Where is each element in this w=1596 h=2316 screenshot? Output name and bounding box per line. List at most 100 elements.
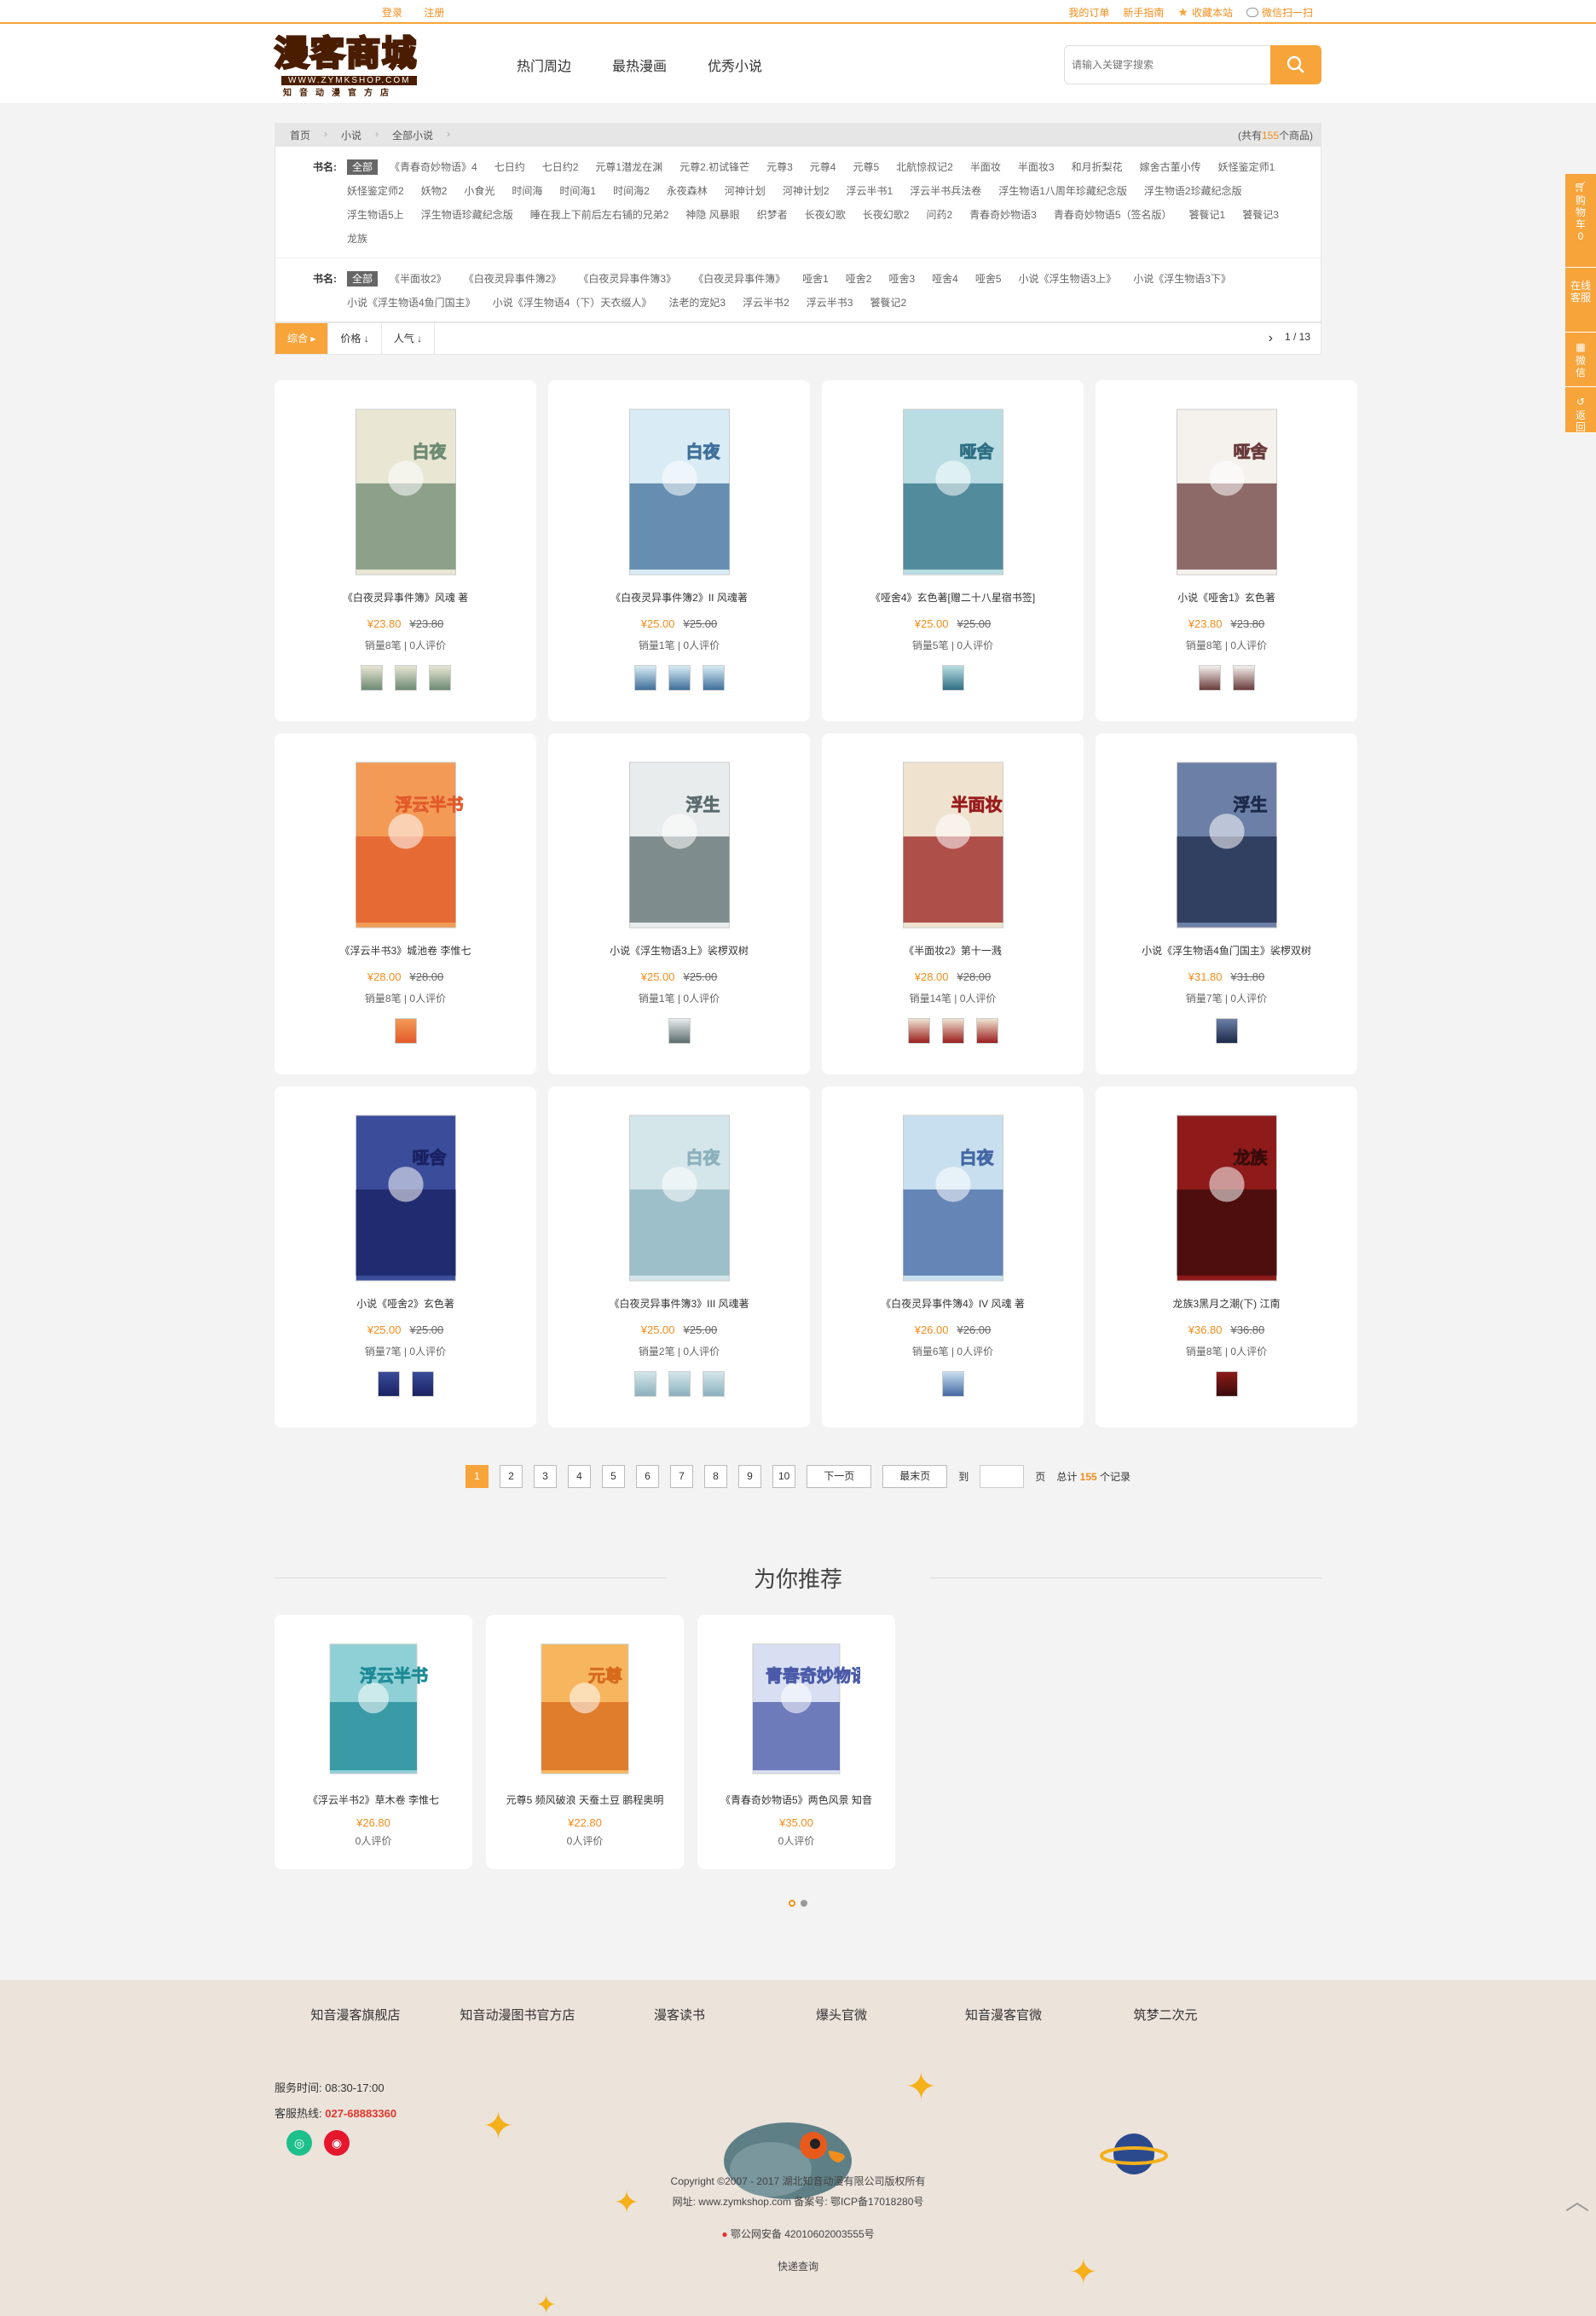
breadcrumb-all-novels[interactable]: 全部小说: [377, 128, 450, 142]
wechat-scan-link[interactable]: 微信扫一扫: [1246, 5, 1313, 20]
product-name[interactable]: 《白夜灵异事件簿4》IV 风魂 著: [822, 1296, 1084, 1311]
product-card[interactable]: 哑舍 小说《哑舍1》玄色著 ¥23.80 ¥23.80 销量8笔 | 0人评价: [1096, 380, 1357, 721]
page-number-button[interactable]: 6: [635, 1465, 659, 1488]
filter-option[interactable]: 饕餮记1: [1189, 203, 1226, 227]
product-card[interactable]: 白夜 《白夜灵异事件簿2》II 风魂著 ¥25.00 ¥25.00 销量1笔 | 0人评…: [548, 380, 810, 721]
filter-option[interactable]: 浮生物语5上: [347, 203, 404, 227]
nav-hot-merch[interactable]: 热门周边: [517, 55, 571, 75]
product-thumbnail[interactable]: [1198, 665, 1221, 691]
filter-option[interactable]: 浮生物语2珍藏纪念版: [1144, 179, 1242, 203]
page-number-button[interactable]: 8: [703, 1465, 727, 1488]
filter-option[interactable]: 小说《浮生物语4（下）天衣缀人》: [493, 291, 652, 315]
page-number-button[interactable]: 3: [533, 1465, 557, 1488]
recommend-cover-image[interactable]: 元尊: [521, 1641, 649, 1777]
product-name[interactable]: 《白夜灵异事件簿3》III 风魂著: [548, 1296, 810, 1311]
next-page-button[interactable]: 下一页: [807, 1465, 872, 1488]
filter-option[interactable]: 哑舍4: [932, 267, 958, 291]
site-logo[interactable]: 漫客商城 WWW.ZYMKSHOP.COM 知音动漫官方店: [274, 33, 430, 99]
recommend-name[interactable]: 《青春奇妙物语5》两色风景 知音: [697, 1792, 895, 1807]
register-link[interactable]: 注册: [424, 7, 444, 19]
page-number-button[interactable]: 2: [499, 1465, 523, 1488]
filter-option[interactable]: 河神计划: [725, 179, 766, 203]
product-card[interactable]: 哑舍 《哑舍4》玄色著[赠二十八星宿书签] ¥25.00 ¥25.00 销量5笔 | 0…: [822, 380, 1084, 721]
filter-option[interactable]: 元尊4: [810, 155, 836, 179]
filter-option[interactable]: 问药2: [926, 203, 952, 227]
filter-option[interactable]: 元尊1潜龙在渊: [595, 155, 662, 179]
filter-option[interactable]: 哑舍2: [846, 267, 872, 291]
sidebar-cart[interactable]: 🛒︎ 购物车 0: [1565, 174, 1596, 268]
filter-option[interactable]: 长夜幻歌2: [863, 203, 910, 227]
recommend-card[interactable]: 浮云半书 《浮云半书2》草木卷 李惟七 ¥26.80 0人评价: [275, 1615, 472, 1869]
product-card[interactable]: 龙族 龙族3黑月之潮(下) 江南 ¥36.80 ¥36.80 销量8笔 | 0人评价: [1096, 1086, 1357, 1427]
weibo-icon[interactable]: ◉: [324, 2130, 350, 2156]
filter-option[interactable]: 妖怪鉴定师1: [1218, 155, 1275, 179]
breadcrumb-home[interactable]: 首页: [275, 128, 327, 142]
filter-option[interactable]: 时间海2: [613, 179, 650, 203]
filter-option[interactable]: 和月折梨花: [1072, 155, 1123, 179]
recommend-name[interactable]: 元尊5 频风破浪 天蚕土豆 鹏程奥明: [486, 1792, 684, 1807]
product-name[interactable]: 《哑舍4》玄色著[赠二十八星宿书签]: [822, 590, 1084, 605]
filter-option[interactable]: 浮云半书兵法卷: [910, 179, 981, 203]
filter-option[interactable]: 《白夜灵异事件簿》: [693, 267, 785, 291]
filter-option[interactable]: 北航惊叔记2: [896, 155, 953, 179]
filter-option[interactable]: 妖物2: [421, 179, 448, 203]
filter-option[interactable]: 饕餮记2: [870, 291, 906, 315]
nav-novels[interactable]: 优秀小说: [708, 55, 762, 75]
filter-option[interactable]: 元尊5: [853, 155, 879, 179]
footer-link[interactable]: 爆头官微: [760, 2006, 922, 2024]
sort-price[interactable]: 价格 ↓: [328, 323, 382, 354]
product-thumbnail[interactable]: [702, 665, 725, 691]
product-thumbnail[interactable]: [668, 1371, 691, 1397]
filter-option[interactable]: 小食光: [464, 179, 494, 203]
goto-page-input[interactable]: [980, 1465, 1025, 1488]
footer-link[interactable]: 知音漫客旗舰店: [275, 2006, 437, 2024]
filter-option[interactable]: 龙族: [347, 227, 367, 251]
filter-option[interactable]: 浮云半书2: [743, 291, 789, 315]
sort-popularity[interactable]: 人气 ↓: [382, 323, 436, 354]
filter-option[interactable]: 《青春奇妙物语》4: [390, 155, 477, 179]
product-name[interactable]: 小说《哑舍1》玄色著: [1096, 590, 1357, 605]
product-name[interactable]: 龙族3黑月之潮(下) 江南: [1096, 1296, 1357, 1311]
filter-option[interactable]: 织梦者: [757, 203, 788, 227]
product-name[interactable]: 《白夜灵异事件簿》风魂 著: [275, 590, 536, 605]
filter-option[interactable]: 长夜幻歌: [805, 203, 846, 227]
product-cover-image[interactable]: 白夜: [880, 1112, 1026, 1284]
product-thumbnail[interactable]: [941, 665, 964, 691]
qzone-icon[interactable]: ◎: [286, 2130, 312, 2156]
nav-hot-comics[interactable]: 最热漫画: [612, 55, 667, 75]
product-thumbnail[interactable]: [633, 665, 656, 691]
product-cover-image[interactable]: 哑舍: [1154, 406, 1300, 578]
product-card[interactable]: 半面妆 《半面妆2》第十一溅 ¥28.00 ¥28.00 销量14笔 | 0人评价: [822, 733, 1084, 1074]
filter-option-all[interactable]: 全部: [347, 159, 379, 175]
product-thumbnail[interactable]: [377, 1371, 400, 1397]
back-to-top-icon[interactable]: ︿: [1565, 2183, 1589, 2217]
product-thumbnail[interactable]: [360, 665, 383, 691]
filter-option[interactable]: 青春奇妙物语3: [969, 203, 1037, 227]
product-card[interactable]: 哑舍 小说《哑舍2》玄色著 ¥25.00 ¥25.00 销量7笔 | 0人评价: [275, 1086, 536, 1427]
product-cover-image[interactable]: 龙族: [1154, 1112, 1300, 1284]
bookmark-link[interactable]: ★ 收藏本站: [1177, 5, 1233, 20]
filter-option[interactable]: 小说《浮生物语3上》: [1019, 267, 1117, 291]
product-cover-image[interactable]: 浮生: [606, 759, 753, 931]
product-thumbnail[interactable]: [702, 1371, 725, 1397]
filter-option[interactable]: 浮云半书1: [847, 179, 893, 203]
filter-option[interactable]: 哑舍5: [975, 267, 1002, 291]
last-page-button[interactable]: 最末页: [882, 1465, 948, 1488]
search-input[interactable]: [1064, 45, 1270, 84]
filter-option[interactable]: 永夜森林: [667, 179, 708, 203]
filter-option[interactable]: 小说《浮生物语3下》: [1133, 267, 1231, 291]
product-thumbnail[interactable]: [633, 1371, 656, 1397]
sidebar-wechat[interactable]: ▦ 微信: [1565, 333, 1596, 387]
product-card[interactable]: 白夜 《白夜灵异事件簿4》IV 风魂 著 ¥26.00 ¥26.00 销量6笔 | 0人…: [822, 1086, 1084, 1427]
filter-option[interactable]: 元尊2.初试锋芒: [679, 155, 749, 179]
recommend-cover-image[interactable]: 浮云半书: [309, 1641, 437, 1777]
my-orders-link[interactable]: 我的订单: [1068, 5, 1109, 20]
filter-option[interactable]: 半面妆: [970, 155, 1001, 179]
filter-option[interactable]: 哑舍3: [888, 267, 915, 291]
footer-link[interactable]: 筑梦二次元: [1084, 2006, 1246, 2024]
product-cover-image[interactable]: 白夜: [332, 406, 479, 578]
filter-option[interactable]: 浮生物语珍藏纪念版: [421, 203, 513, 227]
page-number-button[interactable]: 4: [567, 1465, 591, 1488]
product-thumbnail[interactable]: [394, 665, 417, 691]
product-thumbnail[interactable]: [941, 1018, 964, 1044]
